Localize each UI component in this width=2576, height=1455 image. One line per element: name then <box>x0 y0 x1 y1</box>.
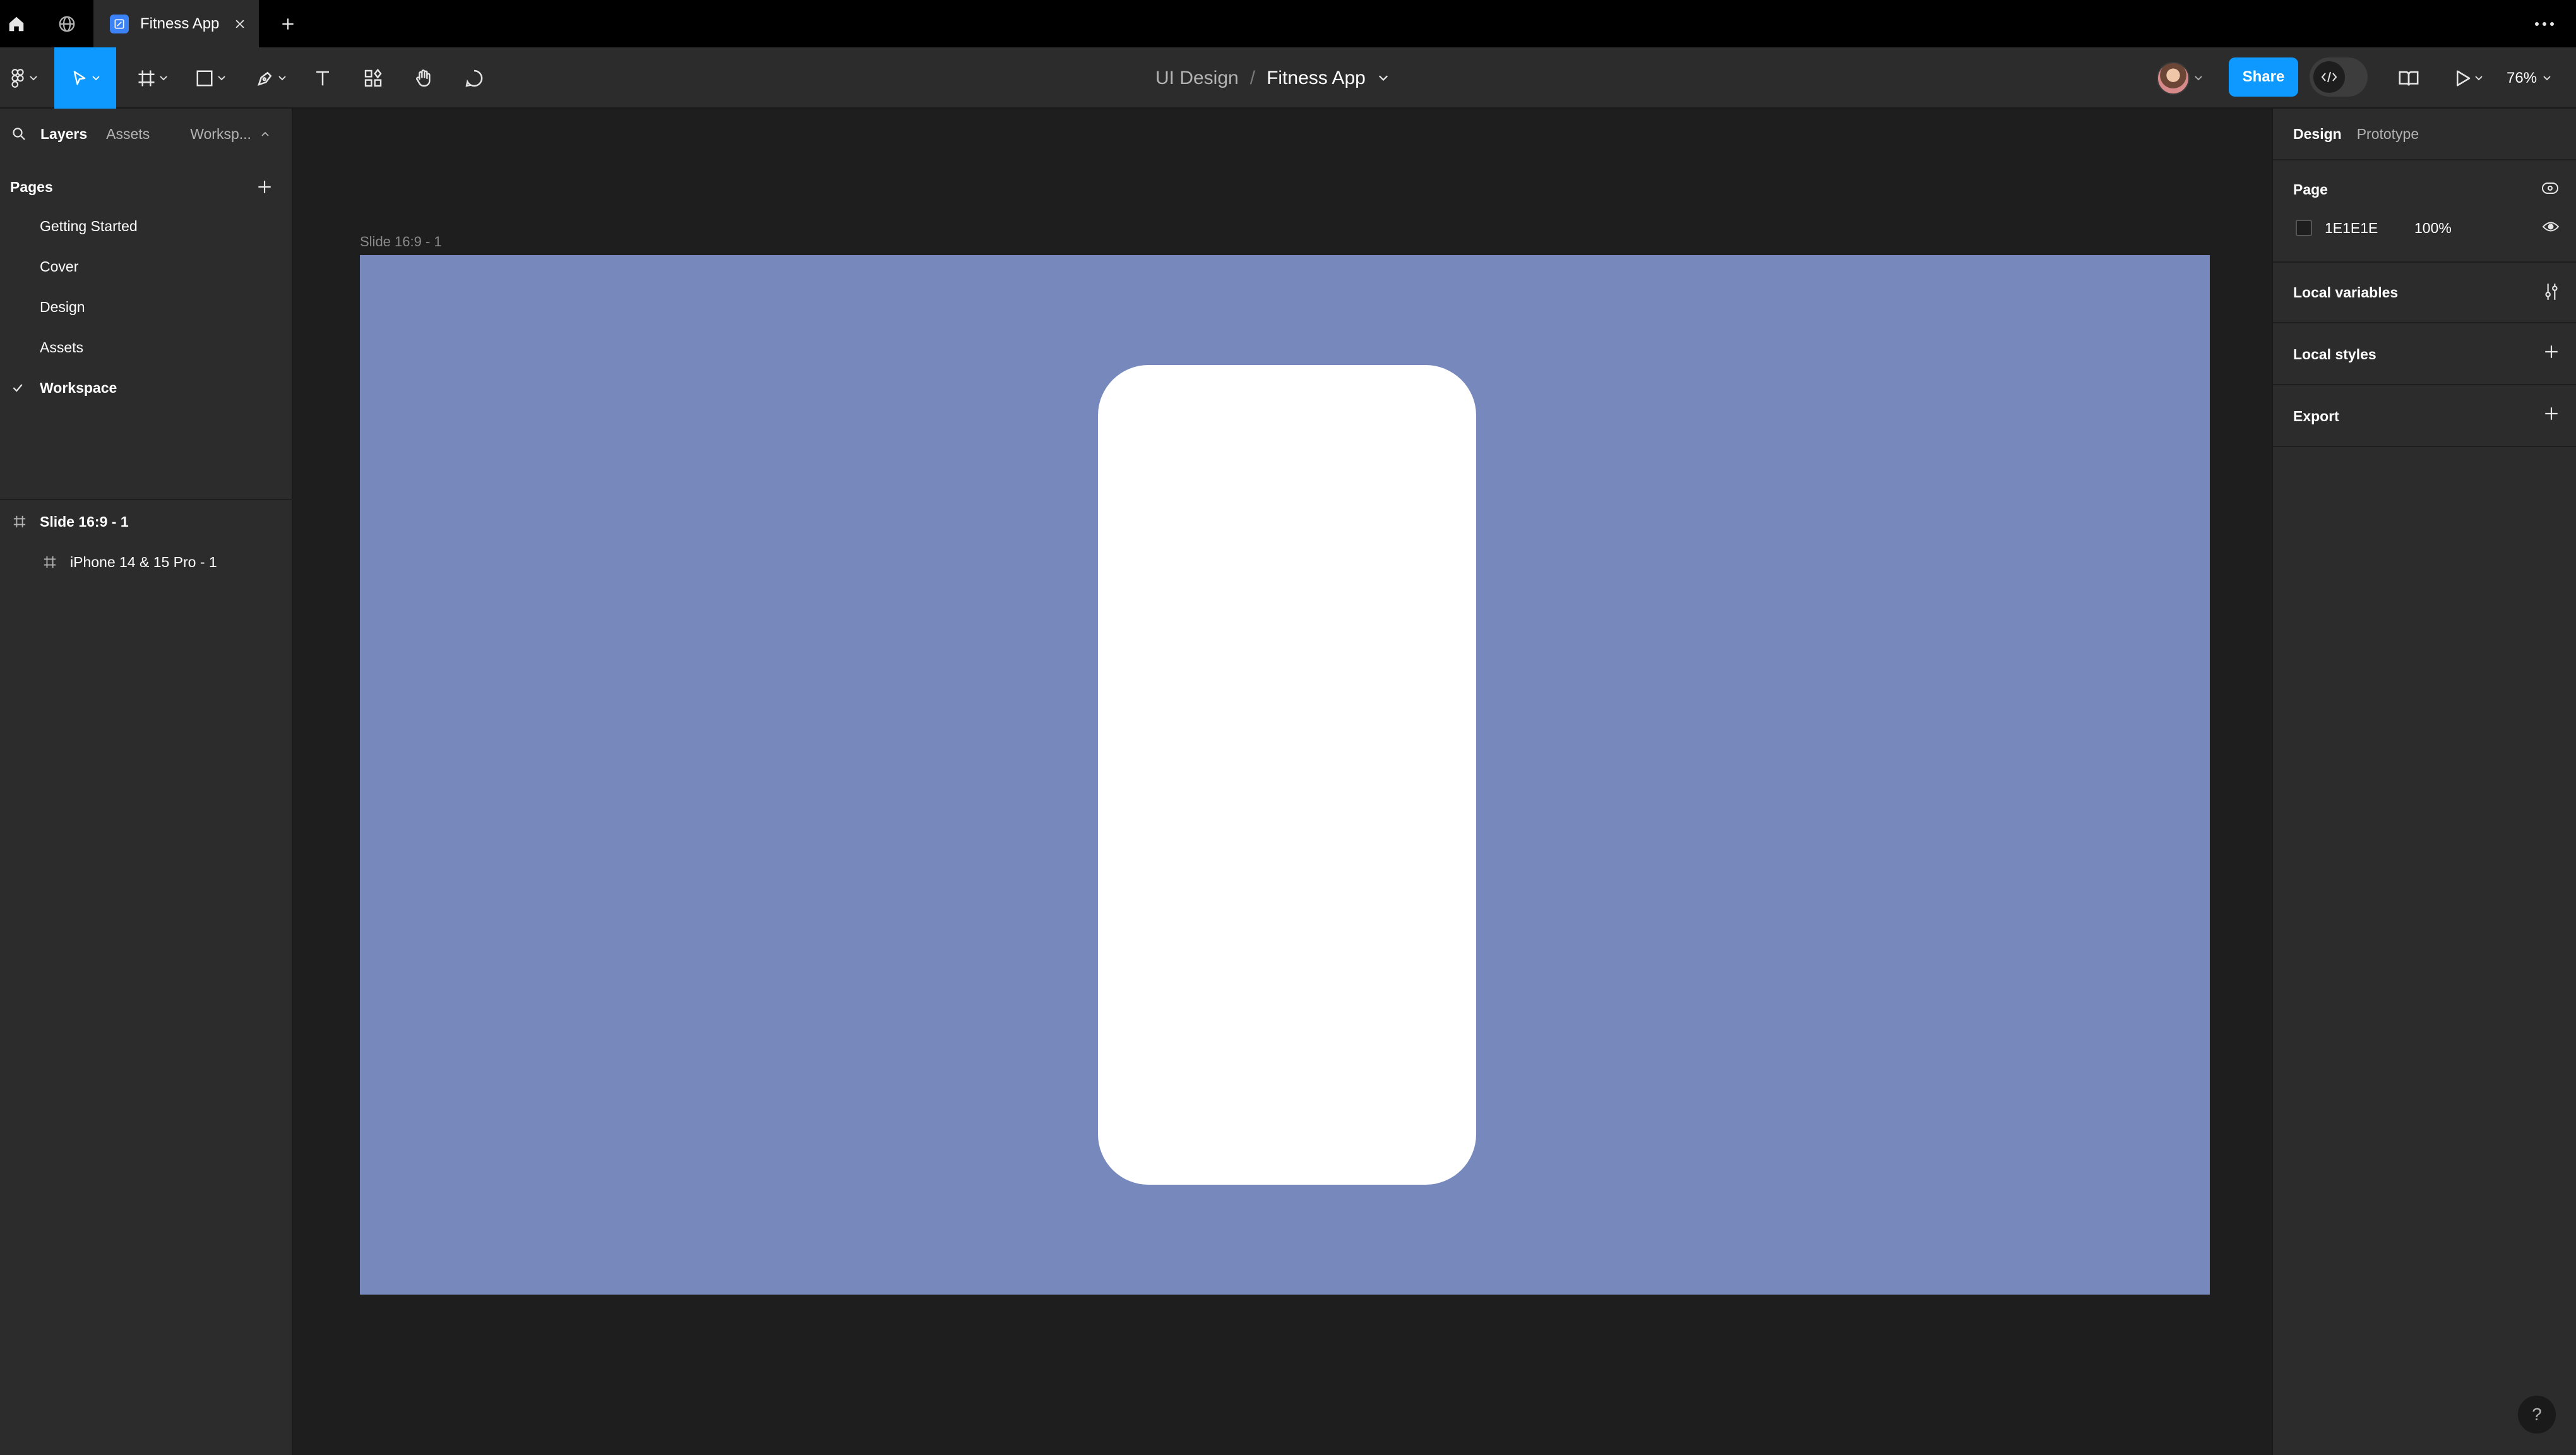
figma-file-icon <box>110 14 129 33</box>
file-tab[interactable]: Fitness App <box>93 0 259 47</box>
globe-icon[interactable] <box>51 0 83 47</box>
iphone-frame[interactable] <box>1098 365 1476 1185</box>
comment-tool-button[interactable] <box>458 47 490 109</box>
frame-label[interactable]: Slide 16:9 - 1 <box>360 234 442 250</box>
page-item-assets[interactable]: Assets <box>0 328 293 366</box>
local-styles-title[interactable]: Local styles <box>2293 346 2376 363</box>
frame-icon <box>43 543 57 581</box>
toolbar: UI Design / Fitness App <box>0 47 2576 109</box>
search-icon[interactable] <box>11 126 30 141</box>
color-variable-icon[interactable] <box>2541 180 2560 196</box>
pen-tool-button[interactable] <box>247 47 294 109</box>
breadcrumb-file-name[interactable]: Fitness App <box>1267 68 1366 89</box>
page-item-label: Getting Started <box>40 217 138 234</box>
chevron-up-icon[interactable] <box>261 131 269 136</box>
pages-header: Pages <box>10 174 288 200</box>
zoom-control[interactable]: 76% <box>2507 47 2551 109</box>
slide-frame[interactable] <box>360 255 2210 1295</box>
avatar <box>2157 62 2190 95</box>
tab-design[interactable]: Design <box>2293 126 2342 143</box>
more-options-icon[interactable] <box>2519 0 2570 47</box>
title-bar: Fitness App <box>0 0 2576 47</box>
present-play-button[interactable] <box>2450 47 2488 109</box>
zoom-level: 76% <box>2507 69 2537 87</box>
panel-divider <box>0 499 293 500</box>
export-title[interactable]: Export <box>2293 408 2339 425</box>
layer-item-label: iPhone 14 & 15 Pro - 1 <box>70 553 217 570</box>
add-export-plus-icon[interactable] <box>2543 405 2560 422</box>
tab-layers[interactable]: Layers <box>40 126 87 143</box>
help-button[interactable]: ? <box>2518 1396 2556 1434</box>
page-item-label: Cover <box>40 258 79 275</box>
hand-tool-button[interactable] <box>408 47 439 109</box>
new-tab-plus-icon[interactable] <box>271 0 304 47</box>
file-menu-chevron-icon[interactable] <box>1378 75 1388 81</box>
page-item-design[interactable]: Design <box>0 288 293 326</box>
breadcrumb-project[interactable]: UI Design <box>1155 68 1239 89</box>
frame-tool-button[interactable] <box>129 47 176 109</box>
dev-mode-toggle[interactable] <box>2310 57 2368 97</box>
page-item-label: Design <box>40 298 85 315</box>
canvas[interactable]: Slide 16:9 - 1 <box>294 109 2272 1455</box>
code-icon <box>2313 61 2345 93</box>
shape-tool-button[interactable] <box>187 47 234 109</box>
page-item-label: Workspace <box>40 379 117 396</box>
breadcrumb: UI Design / Fitness App <box>1155 47 1388 109</box>
panel-divider <box>2273 322 2576 323</box>
frame-icon <box>13 503 27 541</box>
add-page-plus-icon[interactable] <box>256 174 273 200</box>
page-item-workspace[interactable]: Workspace <box>0 369 293 407</box>
file-tab-label: Fitness App <box>140 15 220 32</box>
page-item-cover[interactable]: Cover <box>0 248 293 285</box>
main-menu-button[interactable] <box>4 47 43 109</box>
tab-prototype[interactable]: Prototype <box>2357 126 2419 143</box>
page-item-getting-started[interactable]: Getting Started <box>0 207 293 245</box>
page-item-label: Assets <box>40 338 84 356</box>
text-tool-button[interactable] <box>307 47 338 109</box>
chevron-down-icon <box>2195 76 2202 81</box>
checkmark-icon <box>11 369 24 407</box>
eye-icon[interactable] <box>2542 220 2560 234</box>
pages-title: Pages <box>10 178 53 195</box>
user-avatar-button[interactable] <box>2157 62 2202 95</box>
left-panel-tabs: Layers Assets Worksp... <box>0 109 293 159</box>
home-icon[interactable] <box>0 0 33 47</box>
panel-divider <box>2273 261 2576 263</box>
page-opacity[interactable]: 100% <box>2414 220 2452 237</box>
close-tab-icon[interactable] <box>234 0 246 47</box>
breadcrumb-separator: / <box>1249 67 1256 88</box>
layer-item-slide[interactable]: Slide 16:9 - 1 <box>0 503 293 541</box>
page-color-swatch[interactable] <box>2296 220 2312 236</box>
panel-divider <box>2273 159 2576 160</box>
local-variables-title[interactable]: Local variables <box>2293 284 2398 301</box>
library-book-icon[interactable] <box>2393 47 2424 109</box>
add-style-plus-icon[interactable] <box>2543 344 2560 360</box>
panel-divider <box>2273 446 2576 447</box>
panel-divider <box>2273 384 2576 385</box>
right-panel-tabs: Design Prototype <box>2293 109 2434 159</box>
page-section-title: Page <box>2293 181 2328 198</box>
share-button[interactable]: Share <box>2229 57 2298 97</box>
layer-item-iphone[interactable]: iPhone 14 & 15 Pro - 1 <box>0 543 293 581</box>
variables-sliders-icon[interactable] <box>2543 282 2560 302</box>
right-panel: Design Prototype Page 1E1E1E 100% Local … <box>2272 109 2576 1455</box>
resources-tool-button[interactable] <box>357 47 389 109</box>
page-color-hex[interactable]: 1E1E1E <box>2325 220 2378 237</box>
tab-assets[interactable]: Assets <box>106 126 150 143</box>
move-tool-button[interactable] <box>54 47 116 109</box>
tab-workspace[interactable]: Worksp... <box>190 126 251 143</box>
chevron-down-icon <box>2543 75 2551 80</box>
layer-item-label: Slide 16:9 - 1 <box>40 513 129 530</box>
left-panel: Layers Assets Worksp... Pages Getting St… <box>0 109 293 1455</box>
